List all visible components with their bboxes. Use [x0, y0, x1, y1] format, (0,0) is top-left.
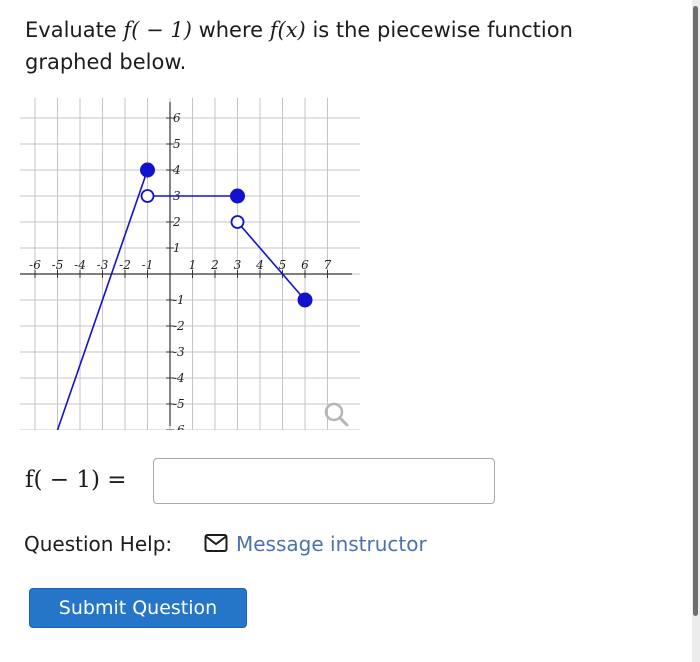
y-tick-label: -4 — [173, 371, 185, 385]
x-tick-label: -4 — [74, 258, 86, 272]
x-tick-label: -6 — [29, 258, 41, 272]
x-tick-label: -2 — [119, 258, 131, 272]
answer-input[interactable] — [153, 458, 495, 504]
x-tick-label: -3 — [97, 258, 109, 272]
y-tick-label: -3 — [173, 345, 185, 359]
tick-labels: -7-6-5-4-3-2-11234567654321-1-2-3-4-5-6 — [29, 111, 332, 430]
x-tick-label: -5 — [52, 258, 64, 272]
open-point — [230, 215, 245, 229]
y-tick-label: 4 — [172, 163, 181, 177]
submit-question-button[interactable]: Submit Question — [29, 588, 247, 628]
x-tick-label: 6 — [301, 258, 309, 272]
closed-point — [140, 162, 155, 178]
x-tick-label: -1 — [142, 258, 154, 272]
message-instructor-link[interactable]: Message instructor — [236, 532, 427, 556]
page-scrollbar[interactable] — [692, 0, 700, 662]
y-tick-label: -1 — [173, 293, 185, 307]
answer-row: f( − 1) = — [25, 458, 505, 506]
closed-point — [297, 292, 313, 308]
y-tick-label: -2 — [173, 319, 185, 333]
x-tick-label: 3 — [234, 258, 242, 272]
help-label: Question Help: — [24, 532, 173, 556]
y-tick-label: -6 — [173, 423, 185, 430]
y-tick-label: 5 — [173, 137, 181, 151]
question-part-2: where — [191, 18, 270, 42]
x-tick-label: 1 — [189, 258, 197, 272]
open-point — [140, 189, 155, 203]
function-expression: f(x) — [269, 18, 306, 42]
eval-expression: f( − 1) — [123, 18, 192, 42]
y-tick-label: 2 — [172, 215, 181, 229]
piecewise-graph: -7-6-5-4-3-2-11234567654321-1-2-3-4-5-6 — [20, 98, 360, 430]
mail-icon[interactable] — [204, 533, 228, 553]
function-segment — [236, 221, 306, 301]
y-tick-label: -5 — [173, 397, 185, 411]
scrollbar-thumb[interactable] — [693, 6, 698, 616]
x-tick-label: 4 — [255, 258, 264, 272]
y-tick-label: 1 — [173, 241, 181, 255]
function-points — [140, 162, 313, 308]
question-text: Evaluate f( − 1) where f(x) is the piece… — [25, 14, 665, 78]
question-part-1: Evaluate — [25, 18, 124, 42]
x-tick-label: 2 — [210, 258, 219, 272]
y-tick-label: 6 — [173, 111, 181, 125]
answer-label: f( − 1) = — [25, 467, 127, 493]
x-tick-label: 7 — [324, 258, 332, 272]
closed-point — [230, 188, 245, 204]
magnifier-icon[interactable] — [324, 402, 349, 427]
